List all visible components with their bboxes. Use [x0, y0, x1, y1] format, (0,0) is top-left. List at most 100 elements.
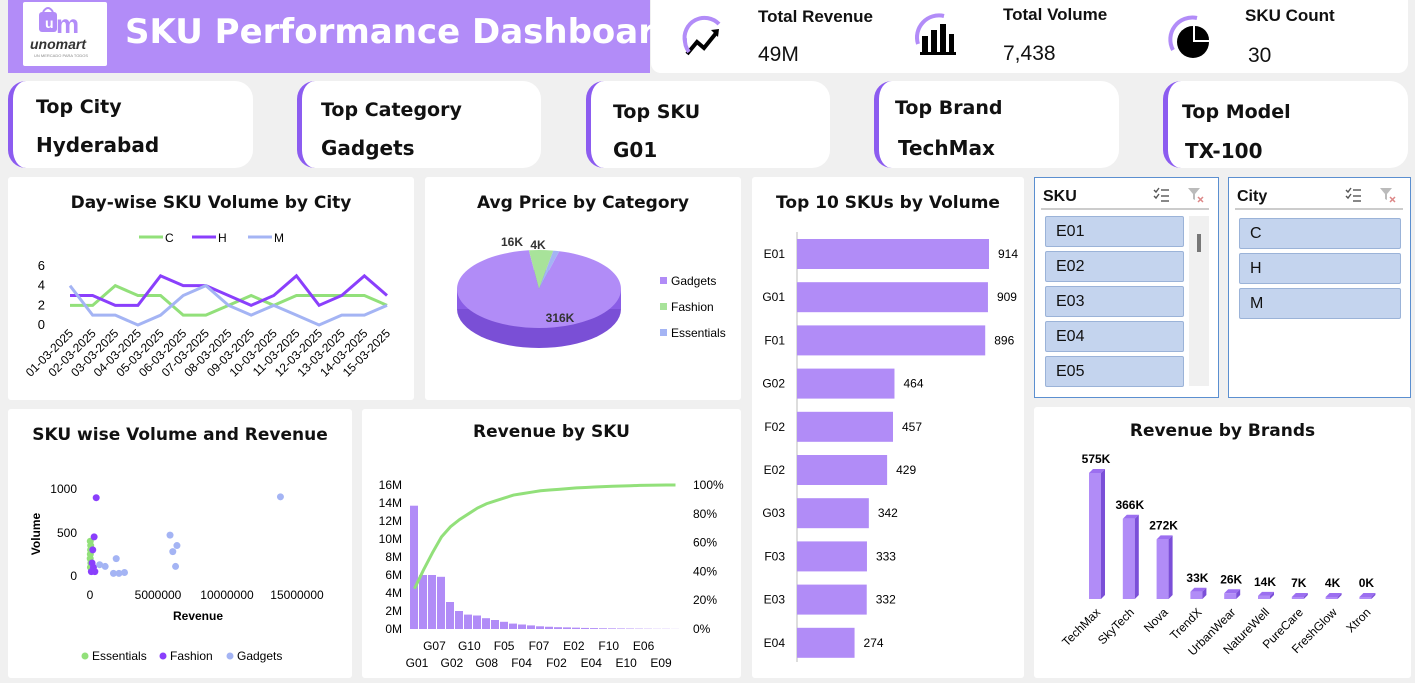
slicer-item-e03[interactable]: E03: [1045, 286, 1184, 317]
slicer-item-h[interactable]: H: [1239, 253, 1401, 284]
point-gadgets: [172, 562, 180, 570]
category-label: E04: [764, 636, 786, 650]
legend-swatch: [660, 303, 667, 310]
top-model-value: TX-100: [1185, 139, 1263, 163]
legend-label: Fashion: [170, 649, 213, 663]
top-model-label: Top Model: [1182, 101, 1291, 123]
data-label: 316K: [546, 311, 575, 325]
bar-freshglow: [1325, 597, 1338, 599]
bar-xtron: [1359, 597, 1372, 599]
y-tick-label: 8M: [385, 550, 402, 564]
data-label: 26K: [1220, 572, 1242, 586]
bar: [518, 624, 526, 629]
data-label: 914: [998, 247, 1018, 261]
x-tick-label: 0: [87, 588, 94, 602]
bar: [590, 628, 598, 629]
top-brand-card: Top Brand TechMax: [874, 81, 1119, 168]
top-city-label: Top City: [36, 96, 122, 118]
y-tick-label: 2M: [385, 604, 402, 618]
legend-label: H: [218, 231, 227, 245]
header-banner: u m unomart UN MERCADO PARA TODOS SKU Pe…: [8, 0, 679, 73]
bar: [464, 614, 472, 629]
legend-swatch: [159, 652, 167, 660]
y-tick-label: 10M: [379, 532, 402, 546]
bar-nova: [1156, 539, 1169, 599]
clear-filter-icon[interactable]: [1379, 186, 1397, 209]
category-label: E03: [764, 593, 786, 607]
y-tick-label: 16M: [379, 478, 402, 492]
pie-chart: 316K 16K 4K Gadgets Fashion Essentials: [456, 235, 726, 348]
slicer-item-m[interactable]: M: [1239, 288, 1401, 319]
slicer-divider: [1041, 208, 1209, 210]
bar-e02: [797, 455, 888, 485]
bar-g03: [797, 498, 869, 529]
data-label: 575K: [1082, 452, 1111, 466]
category-label: Nova: [1141, 605, 1171, 635]
legend-label: C: [165, 231, 174, 245]
city-slicer-label: City: [1237, 188, 1268, 205]
x-axis-title: Revenue: [173, 609, 223, 623]
bar: [491, 620, 499, 629]
bar: [473, 615, 481, 629]
bar: [446, 602, 454, 629]
total-revenue-value: 49M: [758, 43, 799, 66]
legend-swatch: [660, 277, 667, 284]
clear-filter-icon[interactable]: [1187, 186, 1205, 209]
slicer-item-e02[interactable]: E02: [1045, 251, 1184, 282]
slicer-item-e05[interactable]: E05: [1045, 356, 1184, 387]
slicer-item-e01[interactable]: E01: [1045, 216, 1184, 247]
slicer-item-e04[interactable]: E04: [1045, 321, 1184, 352]
total-revenue-label: Total Revenue: [758, 7, 873, 26]
y-tick-label: 0: [70, 569, 77, 583]
sku-slicer: SKU E01 E02 E03 E04 E05: [1034, 177, 1219, 398]
x-tick-label: 10000000: [200, 588, 254, 602]
x-tick-label: G08: [475, 656, 498, 670]
bar: [482, 618, 490, 629]
data-label: 272K: [1149, 518, 1178, 532]
bar: [536, 626, 544, 629]
point-gadgets: [121, 569, 128, 577]
scrollbar-thumb[interactable]: [1197, 234, 1201, 252]
series-line-h: [70, 273, 388, 308]
bar-f01: [797, 325, 986, 356]
bar: [563, 627, 571, 629]
category-label: SkyTech: [1095, 605, 1137, 647]
data-label: 274: [864, 636, 884, 650]
x-tick-label: E10: [615, 656, 637, 670]
y-tick-label: 500: [57, 526, 77, 540]
data-label: 429: [896, 463, 916, 477]
y-tick-label: 12M: [379, 514, 402, 528]
x-tick-label: E06: [633, 639, 655, 653]
category-label: G03: [762, 506, 785, 520]
logo-text: unomart: [30, 36, 87, 52]
slicer-scrollbar[interactable]: [1189, 216, 1209, 386]
category-label: E02: [764, 463, 786, 477]
brands-bar-chart: 575KTechMax366KSkyTech272KNova33KTrendX2…: [1059, 452, 1376, 658]
bar-e03: [797, 584, 867, 615]
category-label: G01: [762, 290, 785, 304]
category-label: E01: [764, 247, 786, 261]
city-slicer: City C H M: [1228, 177, 1411, 398]
bar: [572, 627, 580, 629]
y2-tick-label: 20%: [693, 593, 717, 607]
bar-purecare: [1291, 597, 1304, 599]
data-label: 342: [878, 506, 898, 520]
x-tick-label: F10: [598, 639, 619, 653]
y2-tick-label: 0%: [693, 622, 711, 636]
legend-swatch: [81, 652, 89, 660]
multi-select-icon[interactable]: [1152, 186, 1170, 209]
bar-f02: [797, 411, 893, 442]
bar-e04: [797, 627, 855, 658]
x-tick-label: G01: [406, 656, 429, 670]
y-tick-label: 4: [38, 278, 45, 293]
point-fashion: [91, 568, 99, 576]
data-label: 896: [994, 333, 1014, 347]
growth-chart-icon: [679, 12, 727, 65]
slicer-item-c[interactable]: C: [1239, 218, 1401, 249]
category-label: F03: [764, 549, 785, 563]
multi-select-icon[interactable]: [1344, 186, 1362, 209]
y-tick-label: 6M: [385, 568, 402, 582]
data-label: 4K: [530, 238, 546, 252]
data-label: 33K: [1186, 571, 1208, 585]
series-line-c: [70, 283, 388, 317]
